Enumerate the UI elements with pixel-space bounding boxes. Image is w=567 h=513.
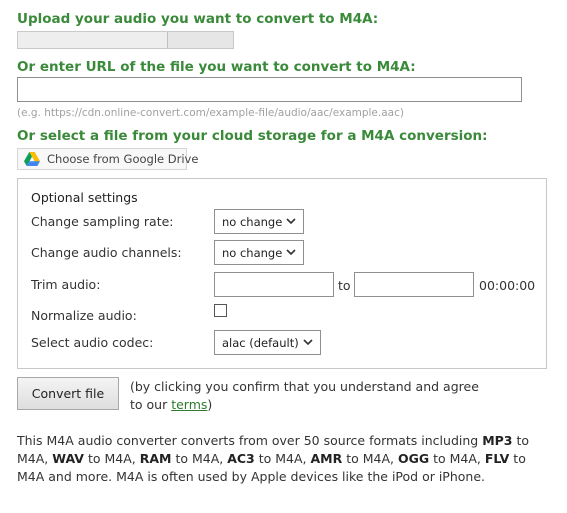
format-ram: RAM — [139, 451, 172, 466]
chevron-down-icon — [286, 249, 296, 256]
cloud-heading: Or select a file from your cloud storage… — [17, 128, 488, 144]
optional-settings-title: Optional settings — [31, 190, 138, 205]
trim-audio-label: Trim audio: — [31, 277, 101, 292]
trim-end-input[interactable] — [354, 272, 474, 297]
url-heading: Or enter URL of the file you want to con… — [17, 59, 416, 75]
audio-codec-label: Select audio codec: — [31, 335, 154, 350]
audio-codec-select[interactable]: alac (default) — [214, 330, 321, 355]
desc-text: to M4A, — [342, 451, 398, 466]
desc-text: to M4A, — [83, 451, 140, 466]
audio-channels-value: no change — [222, 245, 283, 260]
upload-heading: Upload your audio you want to convert to… — [17, 11, 379, 27]
format-wav: WAV — [52, 451, 84, 466]
audio-channels-label: Change audio channels: — [31, 245, 182, 260]
format-flv: FLV — [484, 451, 510, 466]
trim-to-label: to — [338, 278, 351, 293]
normalize-audio-label: Normalize audio: — [31, 308, 137, 323]
google-drive-button[interactable]: Choose from Google Drive — [17, 148, 198, 170]
confirm-line-1: (by clicking you confirm that you unders… — [130, 379, 479, 394]
format-ogg: OGG — [397, 451, 430, 466]
desc-text: This M4A audio converter converts from o… — [17, 433, 483, 448]
converter-description: This M4A audio converter converts from o… — [17, 432, 557, 486]
url-hint: (e.g. https://cdn.online-convert.com/exa… — [17, 107, 404, 119]
audio-codec-value: alac (default) — [222, 335, 299, 350]
confirm-text: (by clicking you confirm that you unders… — [130, 378, 479, 414]
trim-start-input[interactable] — [214, 272, 334, 297]
format-mp3: MP3 — [482, 433, 513, 448]
normalize-audio-checkbox[interactable] — [214, 304, 227, 317]
convert-file-button[interactable]: Convert file — [17, 377, 119, 410]
trim-duration: 00:00:00 — [479, 278, 536, 293]
chevron-down-icon — [286, 218, 296, 225]
desc-text: to M4A, — [171, 451, 228, 466]
desc-text: to M4A, — [254, 451, 311, 466]
sampling-rate-value: no change — [222, 214, 283, 229]
url-input[interactable] — [17, 77, 522, 102]
format-ac3: AC3 — [227, 451, 255, 466]
confirm-prefix: to our — [130, 397, 172, 412]
desc-text: to M4A, — [429, 451, 485, 466]
confirm-line-2: to our terms) — [130, 396, 479, 414]
audio-channels-select[interactable]: no change — [214, 240, 304, 265]
sampling-rate-select[interactable]: no change — [214, 209, 304, 234]
chevron-down-icon — [303, 339, 313, 346]
confirm-suffix: ) — [207, 397, 213, 412]
terms-link[interactable]: terms — [171, 397, 207, 412]
google-drive-label: Choose from Google Drive — [47, 152, 199, 166]
sampling-rate-label: Change sampling rate: — [31, 214, 174, 229]
file-upload-input[interactable] — [17, 31, 234, 49]
google-drive-icon — [24, 152, 40, 166]
format-amr: AMR — [310, 451, 343, 466]
browse-button[interactable] — [167, 32, 233, 48]
